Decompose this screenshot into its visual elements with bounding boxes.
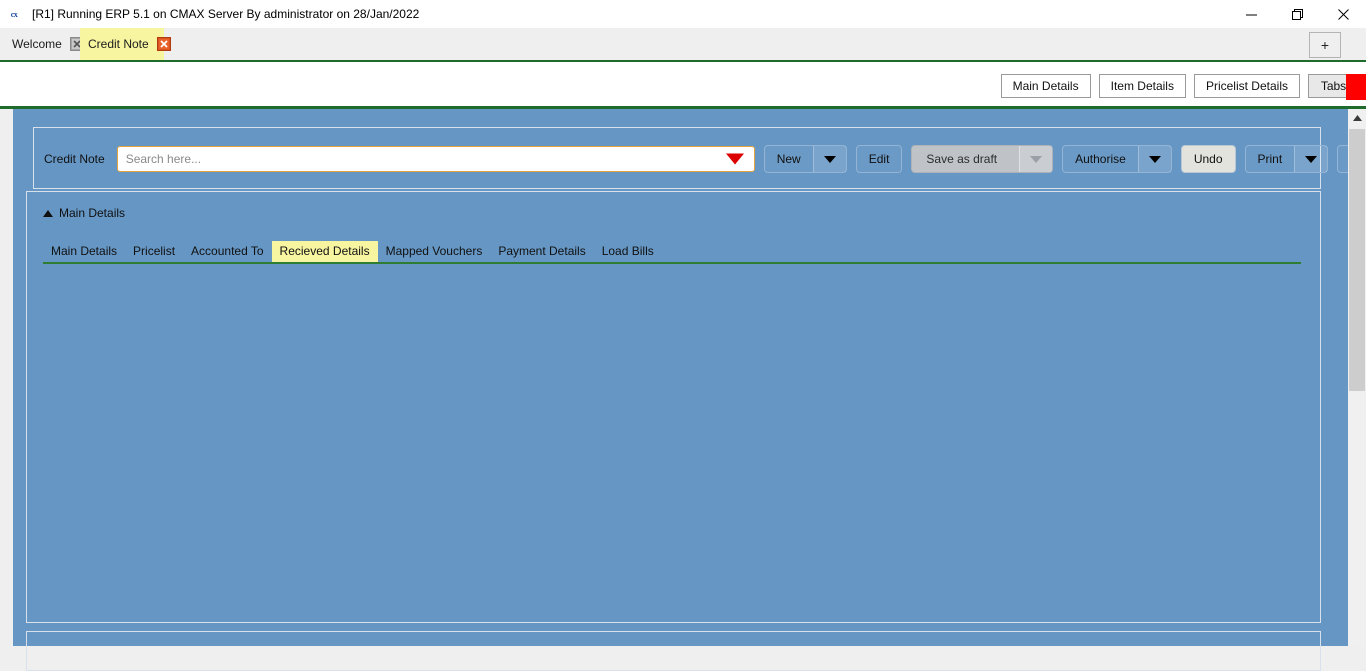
subtab-label: Pricelist xyxy=(133,243,176,258)
main-details-section-header[interactable]: Main Details xyxy=(43,206,125,220)
save-as-draft-label: Save as draft xyxy=(926,152,998,166)
ribbon-button-pricelist-details[interactable]: Pricelist Details xyxy=(1193,74,1300,98)
close-tab-icon[interactable] xyxy=(156,37,171,51)
print-dropdown-toggle[interactable] xyxy=(1294,146,1328,172)
subtab-mapped-vouchers[interactable]: Mapped Vouchers xyxy=(378,241,491,262)
print-button[interactable]: Print xyxy=(1244,145,1329,173)
caret-up-icon[interactable] xyxy=(43,209,53,217)
scroll-up-button[interactable] xyxy=(1348,109,1366,127)
subtab-label: Recieved Details xyxy=(279,243,370,258)
ribbon-button-label: Main Details xyxy=(1012,79,1079,93)
subtab-label: Payment Details xyxy=(498,243,586,258)
edit-button-label: Edit xyxy=(868,152,890,166)
ribbon-button-tabs[interactable]: Tabs xyxy=(1308,74,1366,100)
search-box[interactable] xyxy=(116,146,755,172)
new-dropdown-toggle[interactable] xyxy=(812,146,846,172)
add-tab-button[interactable]: + xyxy=(1309,32,1341,58)
subtab-label: Accounted To xyxy=(191,243,264,258)
section-title: Main Details xyxy=(59,206,126,220)
chevron-down-icon xyxy=(823,155,836,163)
window-titlebar: cx [R1] Running ERP 5.1 on CMAX Server B… xyxy=(0,0,1366,28)
workspace: Credit Note New Edit Save as draft xyxy=(13,109,1366,671)
authorise-dropdown-toggle[interactable] xyxy=(1137,146,1171,172)
subtab-pricelist[interactable]: Pricelist xyxy=(125,241,183,262)
subtab-label: Mapped Vouchers xyxy=(385,243,483,258)
subtab-load-bills[interactable]: Load Bills xyxy=(594,241,662,262)
sub-tabstrip: Main Details Pricelist Accounted To Reci… xyxy=(43,240,1301,264)
ribbon-button-item-details[interactable]: Item Details xyxy=(1098,74,1186,98)
chevron-down-icon xyxy=(1148,155,1161,163)
close-button[interactable] xyxy=(1320,0,1366,28)
new-button[interactable]: New xyxy=(763,145,847,173)
subtab-content-area xyxy=(43,270,1304,612)
ribbon-button-label: Pricelist Details xyxy=(1205,79,1288,93)
command-bar-panel: Credit Note New Edit Save as draft xyxy=(33,127,1366,190)
undo-button[interactable]: Undo xyxy=(1180,145,1236,173)
chevron-down-icon xyxy=(1305,155,1318,163)
vertical-scrollbar[interactable] xyxy=(1348,109,1366,646)
save-as-draft-dropdown-toggle[interactable] xyxy=(1019,146,1053,172)
tab-welcome[interactable]: Welcome xyxy=(4,28,84,60)
subtab-recieved-details[interactable]: Recieved Details xyxy=(271,240,378,262)
secondary-panel xyxy=(26,631,1321,671)
chevron-down-icon xyxy=(1030,155,1043,163)
undo-button-label: Undo xyxy=(1193,152,1223,166)
subtab-main-details[interactable]: Main Details xyxy=(43,241,125,262)
plus-icon: + xyxy=(1320,37,1330,53)
edit-button[interactable]: Edit xyxy=(855,145,903,173)
search-input[interactable] xyxy=(117,148,754,170)
tab-label: Welcome xyxy=(12,37,62,51)
new-button-label: New xyxy=(776,152,801,166)
minimize-button[interactable] xyxy=(1228,0,1274,28)
authorise-button-label: Authorise xyxy=(1075,152,1126,166)
subtab-accounted-to[interactable]: Accounted To xyxy=(183,241,272,262)
command-bar: Credit Note New Edit Save as draft xyxy=(34,128,1366,190)
subtab-label: Load Bills xyxy=(601,243,654,258)
scroll-thumb[interactable] xyxy=(1349,129,1365,391)
ribbon-button-group: Main Details Item Details Pricelist Deta… xyxy=(1000,74,1366,100)
print-button-label: Print xyxy=(1257,152,1283,166)
ribbon-toolbar: Main Details Item Details Pricelist Deta… xyxy=(0,62,1366,109)
window-controls xyxy=(1228,0,1366,28)
tab-label: Credit Note xyxy=(88,37,149,51)
ribbon-button-label: Tabs xyxy=(1320,79,1347,93)
main-details-panel: Main Details Main Details Pricelist Acco… xyxy=(26,191,1321,623)
subtab-payment-details[interactable]: Payment Details xyxy=(490,241,593,262)
subtab-label: Main Details xyxy=(51,243,118,258)
maximize-button[interactable] xyxy=(1274,0,1320,28)
authorise-button[interactable]: Authorise xyxy=(1062,145,1172,173)
window-title: [R1] Running ERP 5.1 on CMAX Server By a… xyxy=(32,7,420,21)
save-as-draft-button[interactable]: Save as draft xyxy=(911,145,1054,173)
entity-label: Credit Note xyxy=(44,152,105,166)
alert-flag-icon xyxy=(1346,74,1366,100)
document-tabstrip: Welcome Credit Note + xyxy=(0,28,1366,62)
ribbon-button-main-details[interactable]: Main Details xyxy=(1000,74,1091,98)
ribbon-button-label: Item Details xyxy=(1110,79,1174,93)
caret-down-icon[interactable] xyxy=(725,153,744,165)
tab-credit-note[interactable]: Credit Note xyxy=(80,28,171,60)
app-logo-icon: cx xyxy=(10,9,18,19)
